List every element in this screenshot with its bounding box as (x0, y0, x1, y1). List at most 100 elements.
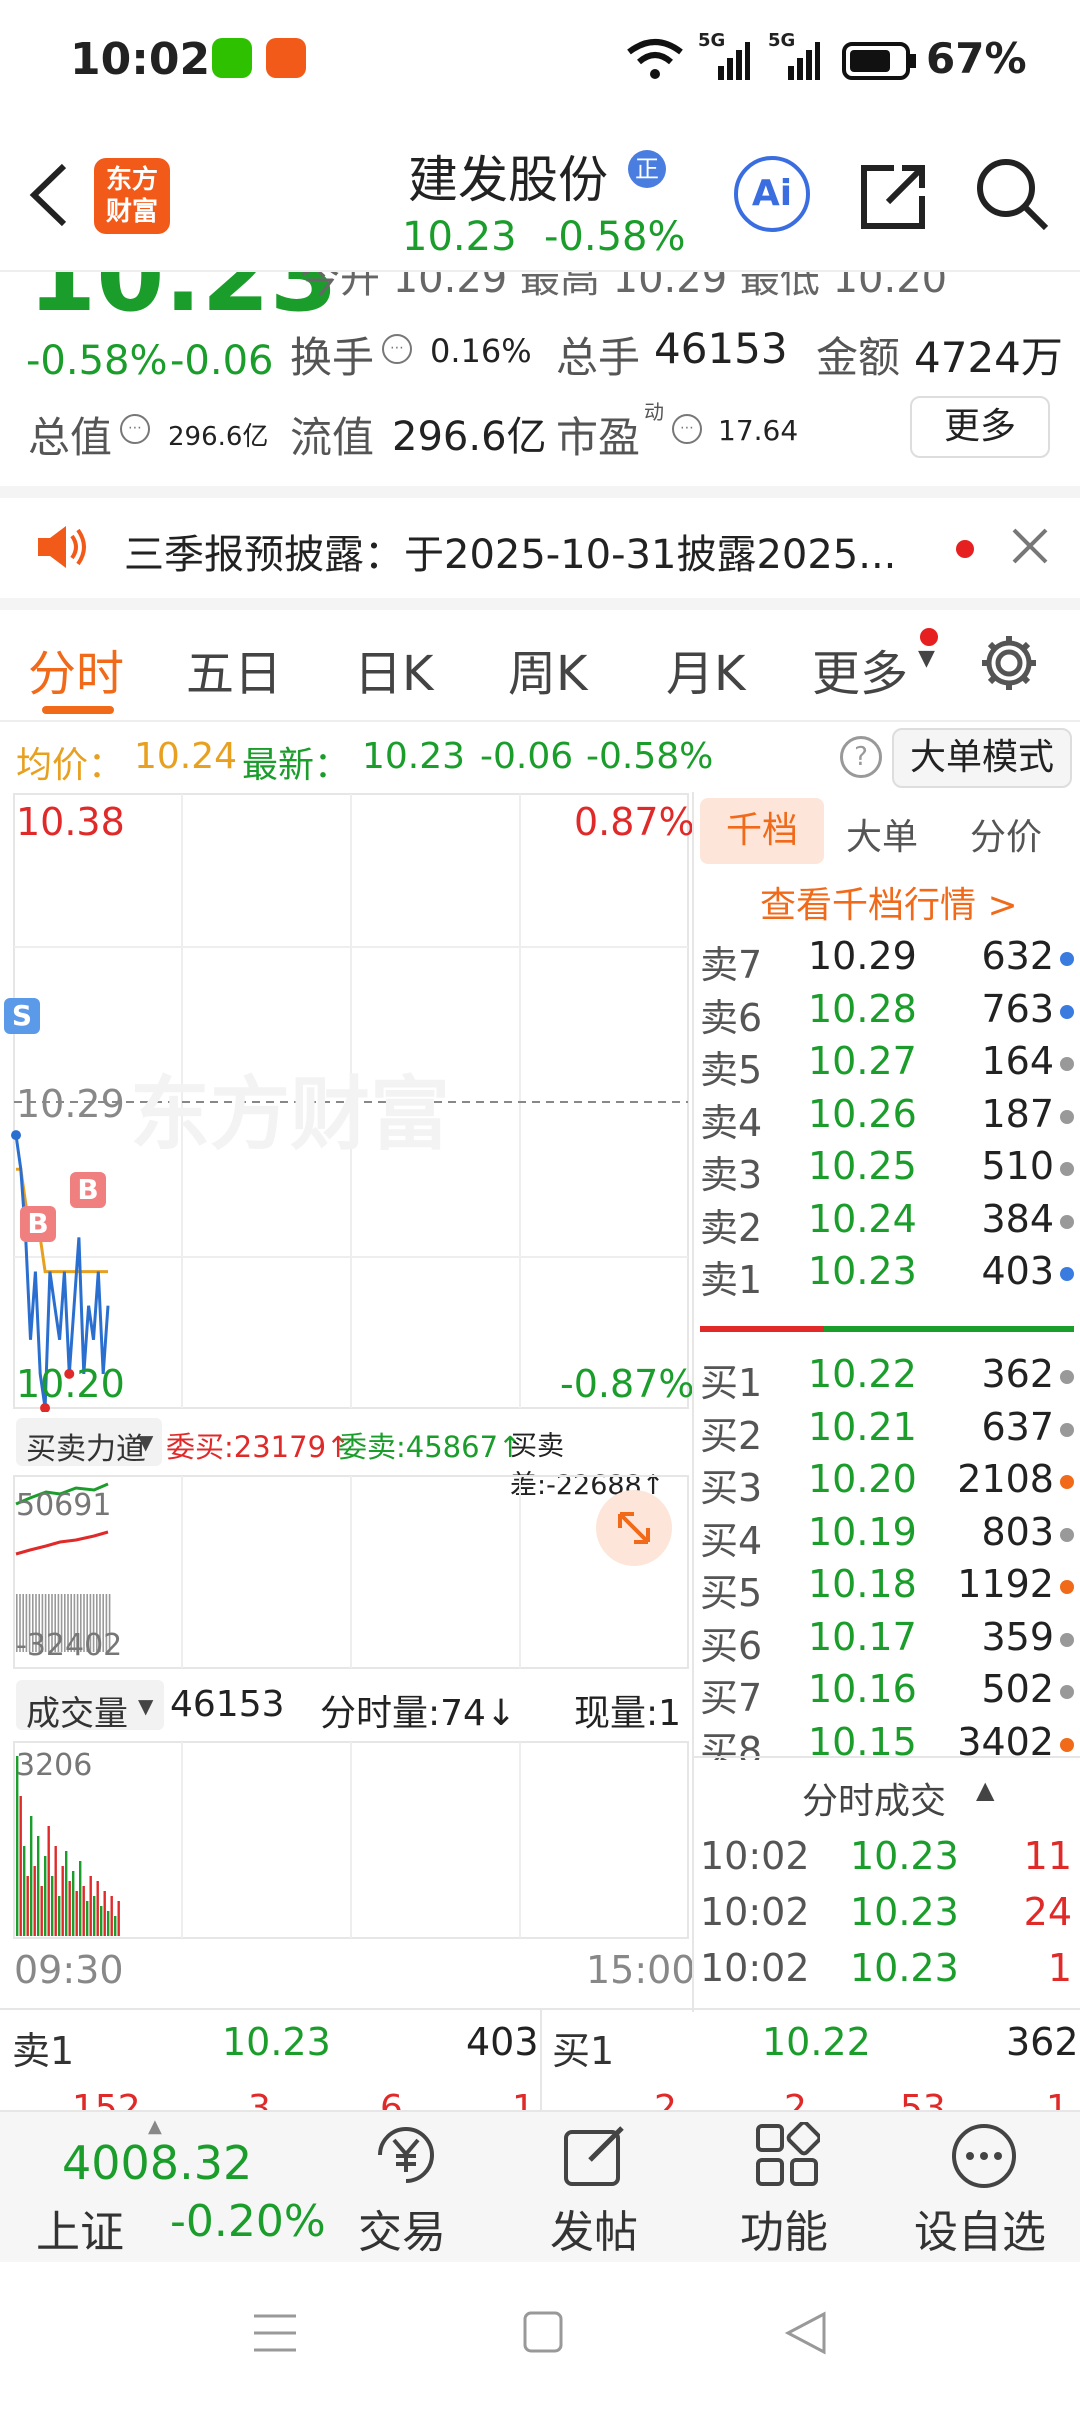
chevron-left-icon[interactable] (24, 160, 74, 230)
menu-icon[interactable] (252, 2312, 298, 2354)
volume-bar (107, 1911, 110, 1936)
order-level-label: 卖7 (700, 943, 763, 987)
buy-order-row[interactable]: 买1 10.22 362 (700, 1352, 1080, 1406)
active-tab-indicator (42, 706, 114, 714)
sell-order-row[interactable]: 卖7 10.29 632 (700, 934, 1080, 988)
order-price: 10.18 (808, 1562, 917, 1606)
tab-monthly-k[interactable]: 月K (666, 634, 745, 704)
more-button[interactable]: 更多 (910, 396, 1050, 458)
order-price: 10.22 (808, 1352, 917, 1396)
latest-change-amt: -0.06 (480, 736, 574, 777)
nav-trade[interactable]: 交易 (340, 2112, 470, 2262)
tab-full-depth[interactable]: 千档 (700, 798, 824, 864)
buy-order-row[interactable]: 买3 10.20 2108 (700, 1457, 1080, 1511)
notice-bar[interactable]: 三季报预披露：于2025-10-31披露2025... (0, 498, 1080, 598)
volume-bar (103, 1891, 106, 1936)
order-indicator-dot (1060, 1475, 1074, 1489)
sell-marker[interactable]: S (4, 998, 40, 1034)
volume-bar (79, 1861, 82, 1936)
big-order-mode-button[interactable]: 大单模式 (892, 728, 1072, 788)
queue-sell-1: 152 (72, 2088, 141, 2110)
buy-marker[interactable]: B (20, 1206, 56, 1242)
home-square-icon[interactable] (522, 2310, 564, 2354)
order-indicator-dot (1060, 952, 1074, 966)
order-indicator-dot (1060, 1580, 1074, 1594)
nav-post[interactable]: 发帖 (530, 2112, 660, 2262)
ticks-title[interactable]: 分时成交 (802, 1772, 946, 1824)
time-axis: 09:30 15:00 (0, 1940, 696, 2010)
tab-intraday[interactable]: 分时 (28, 634, 124, 704)
order-indicator-dot (1060, 1632, 1074, 1647)
buy-order-row[interactable]: 买6 10.17 359 (700, 1615, 1080, 1669)
volume-bar (16, 1756, 19, 1936)
total-hands-label: 总手 (556, 333, 641, 382)
system-nav-bar (0, 2262, 1080, 2412)
buy-order-row[interactable]: 买7 10.16 502 (700, 1667, 1080, 1721)
order-indicator-dot (1060, 1685, 1074, 1699)
intraday-chart[interactable]: 东方财富 10.38 0.87% 10.29 10.20 -0.87% S B … (0, 792, 695, 1412)
order-price: 10.19 (808, 1509, 917, 1554)
latest-change-pct: -0.58% (586, 736, 714, 777)
nav-functions[interactable]: 功能 (720, 2112, 850, 2262)
order-price: 10.15 (808, 1719, 917, 1761)
queue-sell-3: 6 (380, 2088, 403, 2110)
search-icon[interactable] (974, 156, 1050, 232)
order-level-label: 买1 (700, 1361, 763, 1405)
tab-weekly-k[interactable]: 周K (508, 634, 587, 704)
turnover-label: 换手 (290, 333, 375, 382)
buy-pressure-bar (824, 1326, 1074, 1332)
settings-gear-icon[interactable] (978, 632, 1040, 694)
back-triangle-icon[interactable] (784, 2310, 828, 2356)
info-dots-icon[interactable]: ⋯ (382, 334, 412, 364)
tick-price: 10.23 (850, 1890, 959, 1934)
order-indicator-dot (1060, 1214, 1074, 1229)
app-logo[interactable]: 东方 财富 (94, 158, 170, 234)
index-value: 4008.32 (62, 2136, 253, 2190)
tab-price-split[interactable]: 分价 (970, 808, 1042, 860)
sell-order-row[interactable]: 卖6 10.28 763 (700, 987, 1080, 1041)
view-depth-link[interactable]: 查看千档行情 > (760, 876, 1018, 928)
tab-five-day[interactable]: 五日 (186, 634, 282, 704)
info-dots-icon[interactable]: ⋯ (120, 414, 150, 444)
tick-price: 10.23 (850, 1946, 959, 1990)
share-icon[interactable] (858, 160, 930, 232)
x-end-label: 15:00 (586, 1948, 696, 1992)
volume-bar (58, 1896, 61, 1936)
tab-big-orders[interactable]: 大单 (846, 808, 918, 860)
buy-order-row[interactable]: 买2 10.21 637 (700, 1405, 1080, 1459)
tab-daily-k[interactable]: 日K (354, 634, 433, 704)
sell-order-row[interactable]: 卖2 10.24 384 (700, 1197, 1080, 1251)
queue-sell-4: 1 (512, 2088, 535, 2110)
close-icon[interactable] (1008, 524, 1052, 568)
help-icon[interactable]: ? (840, 736, 882, 778)
sell-pressure-bar (700, 1326, 824, 1332)
volume-bar (117, 1901, 120, 1936)
index-ticker[interactable]: ▲ 4008.32 上证 -0.20% (0, 2112, 326, 2262)
nav-add-watchlist[interactable]: 设自选 (900, 2112, 1070, 2262)
sell-order-row[interactable]: 卖1 10.23 403 (700, 1249, 1080, 1303)
bottom-nav: ▲ 4008.32 上证 -0.20% 交易 发帖 功能 设自选 (0, 2110, 1080, 2262)
sell-order-row[interactable]: 卖4 10.26 187 (700, 1092, 1080, 1146)
buy-marker[interactable]: B (70, 1172, 106, 1208)
order-indicator-dot (1060, 1109, 1074, 1124)
pe-value: 17.64 (718, 414, 799, 447)
tick-volume: 24 (1023, 1890, 1072, 1934)
x-start-label: 09:30 (14, 1948, 124, 1992)
section-gap (0, 598, 1080, 610)
sell-order-row[interactable]: 卖3 10.25 510 (700, 1144, 1080, 1198)
watermark: 东方财富 (130, 1070, 450, 1159)
sell-order-row[interactable]: 卖5 10.27 164 (700, 1039, 1080, 1093)
info-dots-icon[interactable]: ⋯ (672, 414, 702, 444)
volume-chart[interactable]: 3206 (0, 1740, 692, 1940)
order-indicator-dot (1060, 1370, 1074, 1384)
volume-bar (72, 1871, 75, 1936)
stock-name: 建发股份 (408, 151, 608, 209)
tab-more[interactable]: 更多 (812, 634, 908, 704)
tick-time: 10:02 (700, 1946, 810, 1990)
buy-order-row[interactable]: 买8 10.15 3402 (700, 1719, 1080, 1761)
buy-order-row[interactable]: 买5 10.18 1192 (700, 1562, 1080, 1616)
buy-order-row[interactable]: 买4 10.19 803 (700, 1510, 1080, 1564)
depth-buy-price: 10.22 (762, 2020, 871, 2064)
volume-bar (61, 1866, 64, 1936)
ai-button[interactable]: Ai (734, 156, 810, 232)
